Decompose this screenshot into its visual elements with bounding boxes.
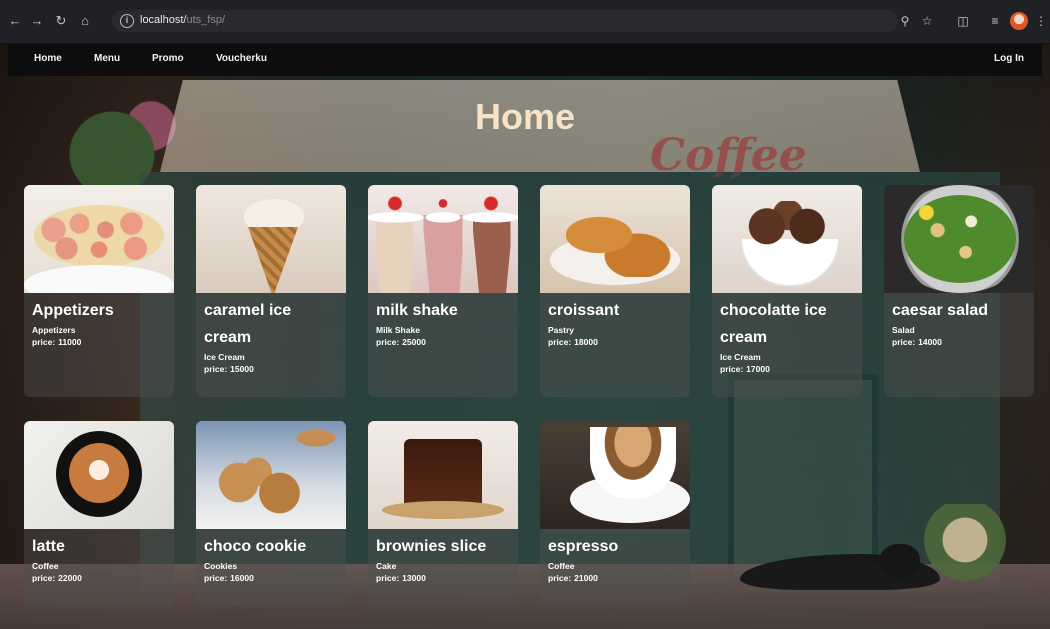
product-price: price: 21000 [548, 572, 682, 585]
price-value: 17000 [746, 364, 770, 374]
price-value: 16000 [230, 573, 254, 583]
background-cat-head [880, 544, 920, 578]
price-label: price: [376, 573, 400, 583]
product-category: Milk Shake [376, 325, 420, 335]
product-price: price: 16000 [204, 572, 338, 585]
product-price: price: 11000 [32, 336, 166, 349]
product-category: Coffee [548, 561, 575, 571]
product-price: price: 14000 [892, 336, 1026, 349]
avatar[interactable] [1010, 12, 1028, 30]
product-category: Pastry [548, 325, 574, 335]
home-icon[interactable]: ⌂ [76, 12, 94, 30]
price-value: 22000 [58, 573, 82, 583]
product-image[interactable] [540, 421, 690, 529]
media-icon[interactable]: ≡ [986, 12, 1004, 30]
product-card[interactable]: chocolatte ice cream Ice Cream price: 170… [712, 185, 862, 397]
price-value: 11000 [58, 337, 82, 347]
page-title: Home [474, 96, 576, 137]
price-value: 13000 [402, 573, 426, 583]
product-image[interactable] [24, 421, 174, 529]
product-image[interactable] [196, 421, 346, 529]
nav-link-voucherku[interactable]: Voucherku [216, 53, 267, 64]
product-category: Coffee [32, 561, 59, 571]
product-card[interactable]: caramel ice cream Ice Cream price: 15000 [196, 185, 346, 397]
page-content: Coffee Home Menu Promo Voucherku Log In … [0, 44, 1050, 629]
price-label: price: [720, 364, 744, 374]
product-name: milk shake [376, 302, 458, 319]
product-name: chocolatte ice cream [720, 302, 827, 346]
product-card[interactable]: Appetizers Appetizers price: 11000 [24, 185, 174, 397]
price-label: price: [548, 573, 572, 583]
info-icon[interactable]: i [120, 14, 134, 28]
product-category: Cookies [204, 561, 238, 571]
browser-toolbar: ← → ↻ ⌂ i localhost/uts_fsp/ ⚲ ☆ ◫ ≡ ⋮ [0, 0, 1050, 44]
nav-link-home[interactable]: Home [34, 53, 62, 64]
product-image[interactable] [884, 185, 1034, 293]
price-label: price: [376, 337, 400, 347]
product-card[interactable]: caesar salad Salad price: 14000 [884, 185, 1034, 397]
product-image[interactable] [368, 185, 518, 293]
product-name: Appetizers [32, 302, 114, 319]
product-card[interactable]: latte Coffee price: 22000 [24, 421, 174, 605]
product-name: latte [32, 538, 65, 555]
product-price: price: 13000 [376, 572, 510, 585]
price-label: price: [892, 337, 916, 347]
star-icon[interactable]: ☆ [918, 12, 936, 30]
arrow-right-icon[interactable]: → [28, 12, 46, 30]
product-card[interactable]: croissant Pastry price: 18000 [540, 185, 690, 397]
url-text[interactable]: localhost/uts_fsp/ [140, 14, 225, 26]
price-value: 18000 [574, 337, 598, 347]
product-price: price: 17000 [720, 363, 854, 376]
reload-icon[interactable]: ↻ [52, 12, 70, 30]
price-value: 15000 [230, 364, 254, 374]
background-door [728, 374, 878, 584]
product-image[interactable] [196, 185, 346, 293]
address-bar[interactable]: i localhost/uts_fsp/ [112, 10, 898, 32]
product-name: croissant [548, 302, 620, 319]
product-price: price: 25000 [376, 336, 510, 349]
product-category: Ice Cream [204, 352, 245, 362]
price-value: 21000 [574, 573, 598, 583]
price-value: 25000 [402, 337, 426, 347]
navbar: Home Menu Promo Voucherku Log In [8, 44, 1042, 76]
arrow-left-icon[interactable]: ← [6, 12, 24, 30]
product-category: Salad [892, 325, 915, 335]
product-category: Cake [376, 561, 397, 571]
product-name: espresso [548, 538, 619, 555]
url-host: localhost/ [140, 14, 187, 26]
price-label: price: [204, 573, 228, 583]
product-card[interactable]: espresso Coffee price: 21000 [540, 421, 690, 605]
product-image[interactable] [368, 421, 518, 529]
product-category: Ice Cream [720, 352, 761, 362]
price-label: price: [548, 337, 572, 347]
kebab-menu-icon[interactable]: ⋮ [1032, 12, 1050, 30]
nav-link-promo[interactable]: Promo [152, 53, 184, 64]
product-name: caramel ice cream [204, 302, 292, 346]
product-name: brownies slice [376, 538, 487, 555]
product-category: Appetizers [32, 325, 76, 335]
product-image[interactable] [24, 185, 174, 293]
price-label: price: [32, 573, 56, 583]
product-card[interactable]: choco cookie Cookies price: 16000 [196, 421, 346, 605]
price-label: price: [204, 364, 228, 374]
product-card[interactable]: brownies slice Cake price: 13000 [368, 421, 518, 605]
product-name: caesar salad [892, 302, 989, 319]
puzzle-icon[interactable]: ◫ [954, 12, 972, 30]
product-card[interactable]: milk shake Milk Shake price: 25000 [368, 185, 518, 397]
product-price: price: 22000 [32, 572, 166, 585]
product-price: price: 15000 [204, 363, 338, 376]
product-image[interactable] [712, 185, 862, 293]
zoom-icon[interactable]: ⚲ [896, 12, 914, 30]
url-path: uts_fsp/ [186, 14, 226, 26]
product-name: choco cookie [204, 538, 307, 555]
login-link[interactable]: Log In [994, 53, 1024, 64]
product-image[interactable] [540, 185, 690, 293]
product-price: price: 18000 [548, 336, 682, 349]
price-label: price: [32, 337, 56, 347]
price-value: 14000 [918, 337, 942, 347]
nav-link-menu[interactable]: Menu [94, 53, 120, 64]
